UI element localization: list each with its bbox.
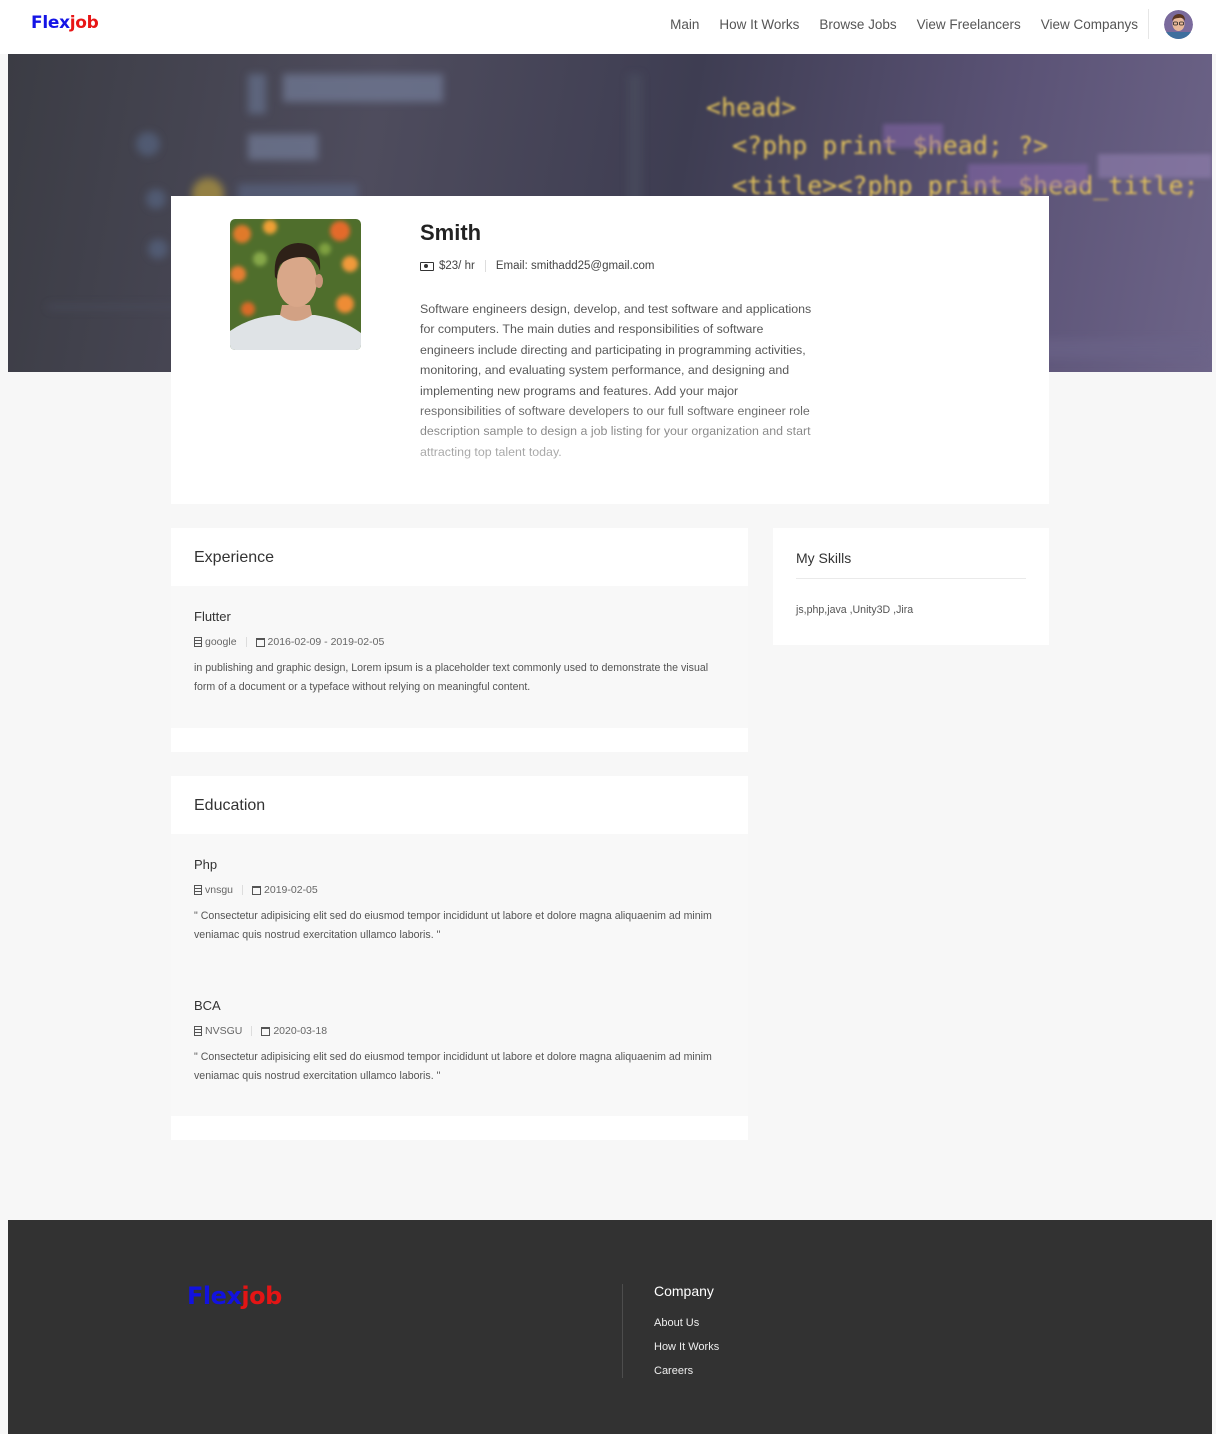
- skills-divider: [796, 578, 1026, 579]
- education-date: 2020-03-18: [273, 1025, 328, 1037]
- experience-title: Experience: [194, 549, 275, 566]
- experience-section: Experience Flutter google 2016-02-09 - 2…: [171, 528, 748, 752]
- nav-view-freelancers[interactable]: View Freelancers: [917, 17, 1021, 32]
- footer-logo[interactable]: Flexjob: [187, 1282, 282, 1310]
- experience-description: in publishing and graphic design, Lorem …: [194, 662, 709, 694]
- meta-divider: [245, 637, 247, 647]
- education-description: " Consectetur adipisicing elit sed do ei…: [194, 910, 712, 942]
- profile-card: Smith $23/ hr Email: smithadd25@gmail.co…: [171, 196, 1049, 504]
- footer-logo-job-text: job: [241, 1282, 282, 1310]
- top-header: Flexjob Main How It Works Browse Jobs Vi…: [0, 0, 1216, 54]
- skills-title: My Skills: [796, 550, 852, 566]
- user-avatar-icon[interactable]: [1164, 10, 1193, 39]
- education-school: vnsgu: [205, 884, 234, 896]
- education-description: " Consectetur adipisicing elit sed do ei…: [194, 1051, 712, 1083]
- skills-card: My Skills js,php,java ,Unity3D ,Jira: [773, 528, 1049, 645]
- experience-item-meta: google 2016-02-09 - 2019-02-05: [194, 636, 714, 648]
- profile-photo: [230, 219, 361, 350]
- education-item-meta: vnsgu 2019-02-05: [194, 884, 714, 896]
- main-nav: Main How It Works Browse Jobs View Freel…: [650, 17, 1138, 32]
- calendar-icon: [252, 885, 262, 895]
- experience-company: google: [205, 636, 237, 648]
- education-title: Education: [194, 797, 266, 814]
- education-item-meta: NVSGU 2020-03-18: [194, 1025, 714, 1037]
- footer-link-about-us[interactable]: About Us: [654, 1316, 719, 1330]
- experience-dates: 2016-02-09 - 2019-02-05: [267, 636, 385, 648]
- nav-how-it-works[interactable]: How It Works: [719, 17, 799, 32]
- profile-name: Smith: [420, 220, 482, 245]
- hourly-rate: $23/ hr: [439, 260, 475, 272]
- experience-item: Flutter google 2016-02-09 - 2019-02-05 i…: [194, 609, 714, 698]
- education-item-title: Php: [194, 857, 218, 872]
- footer-company-heading: Company: [654, 1283, 714, 1299]
- education-item: BCA NVSGU 2020-03-18 " Consectetur adipi…: [194, 998, 714, 1087]
- profile-meta: $23/ hr Email: smithadd25@gmail.com: [420, 260, 655, 272]
- meta-divider: [242, 885, 244, 895]
- building-icon: [194, 885, 202, 895]
- nav-main[interactable]: Main: [670, 17, 699, 32]
- money-icon: [420, 261, 434, 271]
- building-icon: [194, 1026, 202, 1036]
- meta-divider: [251, 1026, 253, 1036]
- logo-job-text: job: [69, 13, 99, 33]
- footer-link-careers[interactable]: Careers: [654, 1364, 719, 1378]
- profile-bio: Software engineers design, develop, and …: [420, 299, 820, 462]
- education-item: Php vnsgu 2019-02-05 " Consectetur adipi…: [194, 857, 714, 946]
- nav-divider: [1148, 9, 1149, 39]
- calendar-icon: [255, 637, 265, 647]
- education-body: Php vnsgu 2019-02-05 " Consectetur adipi…: [171, 834, 748, 1116]
- education-item-title: BCA: [194, 998, 221, 1013]
- building-icon: [194, 637, 202, 647]
- banner-code-line-1: <head>: [706, 93, 796, 122]
- footer-divider: [622, 1284, 623, 1378]
- nav-browse-jobs[interactable]: Browse Jobs: [819, 17, 896, 32]
- education-date: 2019-02-05: [264, 884, 318, 896]
- footer-link-how-it-works[interactable]: How It Works: [654, 1340, 719, 1354]
- site-logo[interactable]: Flexjob: [31, 13, 99, 33]
- skills-list: js,php,java ,Unity3D ,Jira: [796, 604, 914, 616]
- nav-view-companys[interactable]: View Companys: [1041, 17, 1138, 32]
- meta-divider: [484, 260, 486, 272]
- experience-item-title: Flutter: [194, 609, 231, 624]
- education-section: Education Php vnsgu 2019-02-05 " Consect…: [171, 776, 748, 1140]
- footer-links: About Us How It Works Careers: [654, 1316, 719, 1388]
- calendar-icon: [261, 1026, 271, 1036]
- education-school: NVSGU: [205, 1025, 243, 1037]
- profile-email: Email: smithadd25@gmail.com: [495, 260, 655, 272]
- footer-logo-flex-text: Flex: [187, 1282, 242, 1310]
- experience-body: Flutter google 2016-02-09 - 2019-02-05 i…: [171, 586, 748, 728]
- site-footer: Flexjob Company About Us How It Works Ca…: [8, 1220, 1212, 1434]
- logo-flex-text: Flex: [31, 13, 70, 33]
